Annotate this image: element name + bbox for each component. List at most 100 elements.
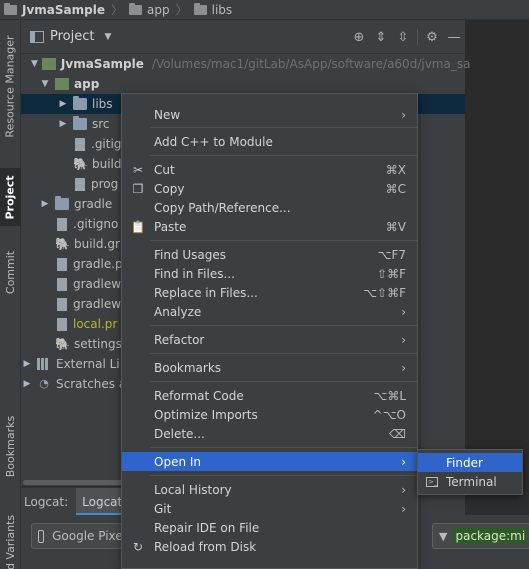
menu-divider xyxy=(150,475,417,476)
breadcrumb-item-project[interactable]: JvmaSample xyxy=(4,2,105,17)
terminal-icon: >_ xyxy=(426,477,438,487)
menu-item-paste[interactable]: 📋 Paste ⌘V xyxy=(122,217,417,236)
submenu-item-finder[interactable]: Finder xyxy=(418,453,522,472)
device-selector[interactable]: Google Pixel xyxy=(31,523,127,549)
menu-divider xyxy=(150,447,417,448)
file-icon xyxy=(57,217,67,231)
scratch-icon: ◔ xyxy=(39,377,49,390)
chevron-right-icon: › xyxy=(401,501,406,516)
folder-icon xyxy=(73,116,87,130)
locate-icon[interactable]: ⊕ xyxy=(348,30,370,45)
module-icon xyxy=(55,78,69,90)
file-icon xyxy=(75,137,85,151)
panel-toolbar: ⊕ ⇕ ⇳ ⚙ — xyxy=(348,20,465,54)
tree-row-root[interactable]: ▼ JvmaSample /Volumes/mac1/gitLab/AsApp/… xyxy=(21,54,470,74)
chevron-down-icon[interactable]: ▼ xyxy=(31,59,38,69)
expand-all-icon[interactable]: ⇕ xyxy=(370,30,392,45)
menu-item-open-in[interactable]: Open In › xyxy=(122,452,417,471)
menu-item-copy-path[interactable]: Copy Path/Reference... xyxy=(122,198,417,217)
menu-item-find-in-files[interactable]: Find in Files... ⇧⌘F xyxy=(122,264,417,283)
chevron-right-icon: › xyxy=(401,482,406,497)
breadcrumb-item-libs[interactable]: libs xyxy=(193,2,232,17)
gradle-icon: 🐘 xyxy=(55,337,70,351)
libraries-icon xyxy=(37,358,51,370)
project-view-icon xyxy=(30,30,44,43)
file-icon xyxy=(57,297,67,311)
editor-area xyxy=(465,20,529,487)
chevron-right-icon[interactable]: ▶ xyxy=(21,379,33,389)
menu-item-copy[interactable]: ❐ Copy ⌘C xyxy=(122,179,417,198)
file-icon xyxy=(75,177,85,191)
chevron-right-icon[interactable]: ▶ xyxy=(39,199,51,209)
chevron-right-icon[interactable]: ▶ xyxy=(57,119,69,129)
toolbar-divider xyxy=(417,29,418,45)
context-menu: New › Add C++ to Module ✂ Cut ⌘X ❐ Copy ⌘C Co… xyxy=(121,93,418,569)
tab-build-variants[interactable]: ild Variants xyxy=(0,510,21,569)
chevron-right-icon: › xyxy=(401,332,406,347)
menu-item-find-usages[interactable]: Find Usages ⌥F7 xyxy=(122,245,417,264)
panel-title[interactable]: Project xyxy=(50,29,94,44)
tree-row-app[interactable]: ▼ app xyxy=(21,74,465,94)
menu-item-bookmarks[interactable]: Bookmarks › xyxy=(122,358,417,377)
menu-item-refactor[interactable]: Refactor › xyxy=(122,330,417,349)
breadcrumb: JvmaSample 〉 app 〉 libs xyxy=(0,0,529,20)
open-in-submenu: Finder >_ Terminal xyxy=(417,449,523,495)
paste-icon: 📋 xyxy=(130,219,146,234)
file-icon xyxy=(57,277,67,291)
chevron-right-icon[interactable]: ▶ xyxy=(57,99,69,109)
folder-icon xyxy=(129,2,142,15)
scissors-icon: ✂ xyxy=(132,162,144,177)
chevron-right-icon: › xyxy=(401,360,406,375)
chevron-right-icon: › xyxy=(401,107,406,122)
menu-item-reformat-code[interactable]: Reformat Code ⌥⌘L xyxy=(122,386,417,405)
chevron-right-icon: › xyxy=(401,454,406,469)
menu-item-analyze[interactable]: Analyze › xyxy=(122,302,417,321)
logcat-label: Logcat: xyxy=(24,494,69,509)
menu-item-delete[interactable]: Delete... ⌫ xyxy=(122,424,417,443)
file-icon xyxy=(57,257,67,271)
submenu-item-terminal[interactable]: >_ Terminal xyxy=(418,472,522,491)
gear-icon[interactable]: ⚙ xyxy=(421,30,443,45)
chevron-right-icon[interactable]: ▶ xyxy=(21,359,33,369)
menu-item-local-history[interactable]: Local History › xyxy=(122,480,417,499)
menu-item-cut[interactable]: ✂ Cut ⌘X xyxy=(122,160,417,179)
menu-divider xyxy=(150,127,417,128)
filter-icon[interactable]: ▼ xyxy=(439,530,447,543)
scrollbar-thumb[interactable] xyxy=(23,480,123,485)
chevron-down-icon[interactable]: ▼ xyxy=(39,79,51,89)
minimize-icon[interactable]: — xyxy=(443,30,465,45)
menu-item-git[interactable]: Git › xyxy=(122,499,417,518)
tab-bookmarks[interactable]: Bookmarks xyxy=(0,410,21,482)
folder-icon xyxy=(4,2,17,15)
collapse-all-icon[interactable]: ⇳ xyxy=(392,30,414,45)
menu-divider xyxy=(150,381,417,382)
menu-item-reload-from-disk[interactable]: ↻ Reload from Disk xyxy=(122,537,417,556)
copy-icon: ❐ xyxy=(132,181,144,196)
chevron-down-icon[interactable]: ▼ xyxy=(104,32,111,42)
tab-project[interactable]: Project xyxy=(0,168,21,226)
chevron-right-icon: 〉 xyxy=(175,3,188,17)
chevron-right-icon: › xyxy=(401,304,406,319)
tab-commit[interactable]: Commit xyxy=(0,242,21,302)
menu-item-new[interactable]: New › xyxy=(122,105,417,124)
tab-resource-manager[interactable]: Resource Manager xyxy=(0,28,21,144)
left-tool-strip: Resource Manager Project Commit Bookmark… xyxy=(0,20,21,569)
breadcrumb-item-app[interactable]: app xyxy=(129,2,170,17)
phone-icon xyxy=(38,529,45,543)
file-icon xyxy=(57,317,67,331)
folder-icon xyxy=(55,196,69,210)
menu-item-optimize-imports[interactable]: Optimize Imports ^⌥O xyxy=(122,405,417,424)
module-icon xyxy=(41,58,56,70)
menu-item-add-cpp[interactable]: Add C++ to Module xyxy=(122,132,417,151)
folder-icon xyxy=(193,2,207,15)
folder-icon xyxy=(73,96,87,110)
project-panel-header: Project ▼ ⊕ ⇕ ⇳ ⚙ — xyxy=(21,20,465,54)
logcat-filter-input[interactable]: ▼ package:mi xyxy=(432,523,529,549)
reload-icon: ↻ xyxy=(132,539,144,554)
menu-divider xyxy=(150,155,417,156)
gradle-icon: 🐘 xyxy=(55,237,70,251)
menu-item-replace-in-files[interactable]: Replace in Files... ⌥⇧⌘F xyxy=(122,283,417,302)
menu-item-repair-ide[interactable]: Repair IDE on File xyxy=(122,518,417,537)
menu-divider xyxy=(150,240,417,241)
menu-divider xyxy=(150,353,417,354)
